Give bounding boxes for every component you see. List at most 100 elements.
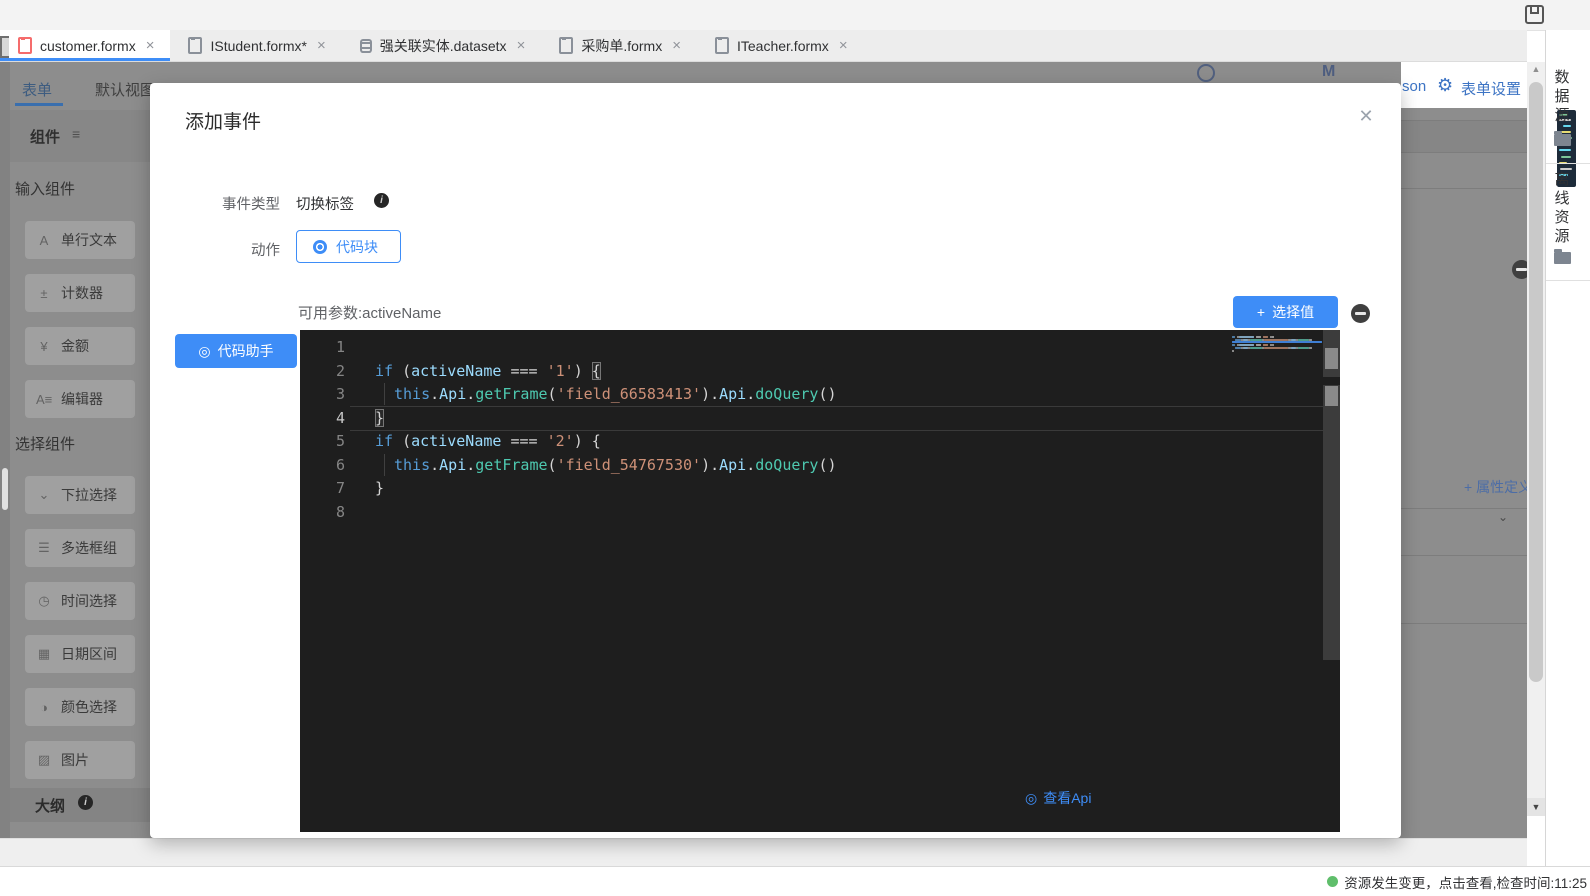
token-fn: getFrame [475,456,547,474]
code-line: } [375,477,837,501]
line-number: 6 [300,454,345,478]
token-kw: if [375,432,393,450]
code-block-radio[interactable]: 代码块 [296,230,401,263]
editor-minimap[interactable] [1232,333,1322,365]
plus-icon: + [1464,479,1472,495]
right-rail-panel: 数据源离线资源 [1545,30,1590,866]
rail-divider [1546,163,1590,164]
code-line: } [375,407,837,431]
event-type-info-icon[interactable]: i [374,193,389,208]
editor-scrollbar[interactable] [1323,330,1340,832]
close-icon[interactable]: ✕ [1353,103,1379,129]
json-button-partial[interactable]: son [1402,78,1426,95]
page-scrollbar[interactable]: ▲ ▼ [1527,62,1545,816]
code-content[interactable]: if (activeName === '1') {this.Api.getFra… [375,336,837,524]
status-bar: 资源发生变更，点击查看,检查时间:11:25 [0,866,1590,896]
date-range-icon: ▦ [36,646,52,662]
view-api-link[interactable]: ◎ 查看Api [1025,788,1091,808]
token-pun: . [746,456,755,474]
component-item-time-select[interactable]: ◷时间选择 [25,582,135,620]
rail-item-1[interactable]: 离线资源 [1552,170,1572,246]
component-item-image[interactable]: ▨图片 [25,741,135,779]
editor-scroll-track [1323,385,1340,660]
component-item-label: 单行文本 [61,230,117,250]
token-pun [538,432,547,450]
view-tab-form[interactable]: 表单 [22,79,52,100]
token-pun: ( [393,432,411,450]
code-line: if (activeName === '2') { [375,430,837,454]
code-line [375,501,837,525]
token-kw: this [394,385,430,403]
component-item-label: 颜色选择 [61,697,117,717]
outline-info-icon[interactable]: i [78,795,93,810]
file-tab-2[interactable]: 强关联实体.datasetx × [342,30,542,61]
editor-scrollbar-thumb[interactable] [1325,386,1338,406]
token-var: activeName [411,432,501,450]
component-item-label: 多选框组 [61,538,117,558]
gear-icon[interactable]: ⚙ [1437,75,1453,96]
save-icon[interactable] [1525,5,1544,24]
token-kw: if [375,362,393,380]
token-pun: () [818,385,836,403]
remove-item-button[interactable] [1512,260,1527,279]
menu-icon[interactable]: ≡ [72,126,80,142]
tab-close-icon[interactable]: × [317,38,326,53]
file-tab-4[interactable]: ITeacher.formx × [697,30,864,61]
component-item-single-line-text[interactable]: A单行文本 [25,221,135,259]
select-value-button[interactable]: + 选择值 [1233,296,1338,328]
line-number-gutter: 12345678 [300,336,345,524]
line-number: 3 [300,383,345,407]
rail-divider [1546,280,1590,281]
tab-close-icon[interactable]: × [146,38,155,53]
image-icon: ▨ [36,752,52,768]
tab-close-icon[interactable]: × [517,38,526,53]
code-assistant-button[interactable]: ◎ 代码助手 [175,334,297,368]
form-settings-button[interactable]: 表单设置 [1461,78,1521,99]
form-file-icon [715,37,729,54]
outline-label: 大纲 [35,795,65,816]
component-item-color-select[interactable]: ◑颜色选择 [25,688,135,726]
tab-close-icon[interactable]: × [839,38,848,53]
component-item-date-range[interactable]: ▦ 日期区间 [25,635,135,673]
scroll-up-icon[interactable]: ▲ [1527,64,1545,74]
dialog-title: 添加事件 [185,107,261,134]
sidebar-scrollbar[interactable] [0,62,10,838]
sidebar-scrollbar-thumb[interactable] [2,468,8,510]
component-item-amount[interactable]: ¥金额 [25,327,135,365]
component-item-rich-editor[interactable]: A≡编辑器 [25,380,135,418]
editor-scrollbar-thumb[interactable] [1325,348,1338,369]
rail-item-0[interactable]: 数据源 [1552,68,1572,125]
partial-toolbar-glyph: M [1322,63,1335,81]
tab-close-icon[interactable]: × [672,38,681,53]
file-tab-3[interactable]: 采购单.formx× [541,30,697,61]
token-pun: ( [548,456,557,474]
attribute-definition-link[interactable]: + 属性定义 [1464,477,1527,497]
status-dot-icon [1327,876,1338,887]
plus-icon: + [1257,304,1265,320]
view-tab-default-view[interactable]: 默认视图 [95,79,155,100]
file-tab-1[interactable]: IStudent.formx*× [170,30,341,61]
file-tab-label: ITeacher.formx [737,38,829,54]
file-tab-label: 强关联实体.datasetx [380,36,507,56]
event-type-label: 事件类型 [208,193,280,214]
file-tab-0[interactable]: customer.formx× [0,30,170,61]
collapse-chevron-icon[interactable]: ⌄ [1498,510,1508,524]
component-item-label: 计数器 [61,283,103,303]
code-editor[interactable]: 12345678 if (activeName === '1') {this.A… [300,330,1340,832]
component-item-checkbox-group[interactable]: ☰多选框组 [25,529,135,567]
code-block-radio-label: 代码块 [336,237,378,257]
code-line [375,336,837,360]
line-number: 8 [300,501,345,525]
component-item-dropdown-select[interactable]: ⌄下拉选择 [25,476,135,514]
token-fn: doQuery [755,456,818,474]
row-divider [1401,152,1527,153]
status-message[interactable]: 资源发生变更，点击查看,检查时间:11:25 [1344,872,1587,892]
outline-section[interactable] [0,788,150,822]
component-item-label: 日期区间 [61,644,117,664]
indent-guide [384,454,394,476]
scroll-down-icon[interactable]: ▼ [1527,798,1545,816]
background-row-band [1401,120,1527,152]
component-item-counter[interactable]: ±计数器 [25,274,135,312]
page-scrollbar-thumb[interactable] [1529,82,1543,682]
remove-event-button[interactable] [1351,304,1370,323]
